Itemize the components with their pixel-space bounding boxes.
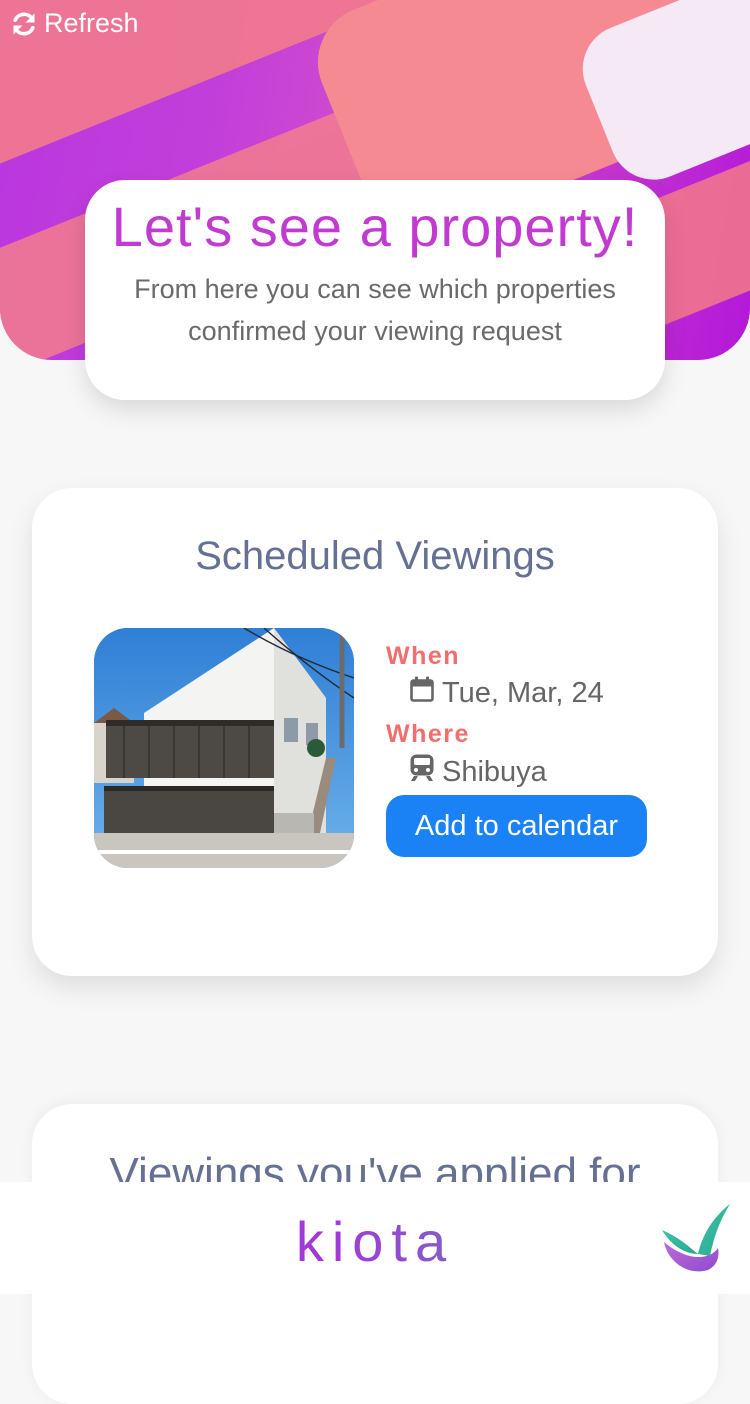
property-photo[interactable]	[94, 628, 354, 868]
page-title: Let's see a property!	[111, 195, 639, 258]
viewing-date: Tue, Mar, 24	[410, 676, 604, 710]
calendar-icon	[410, 676, 434, 710]
refresh-button[interactable]: Refresh	[10, 8, 139, 39]
intro-card: Let's see a property! From here you can …	[85, 180, 665, 400]
check-logo-icon[interactable]	[658, 1200, 732, 1276]
where-label: Where	[386, 720, 470, 748]
viewing-date-text: Tue, Mar, 24	[442, 676, 604, 709]
refresh-label: Refresh	[44, 8, 139, 38]
kiota-logo[interactable]: kiota	[0, 1210, 750, 1274]
add-to-calendar-button[interactable]: Add to calendar	[386, 795, 647, 857]
viewing-location: Shibuya	[410, 754, 547, 790]
train-icon	[410, 754, 434, 790]
refresh-icon	[10, 10, 38, 38]
when-label: When	[386, 642, 461, 670]
scheduled-viewings-title: Scheduled Viewings	[195, 534, 555, 578]
viewing-location-text: Shibuya	[442, 755, 547, 788]
page-subtitle: From here you can see which properties c…	[134, 274, 616, 346]
